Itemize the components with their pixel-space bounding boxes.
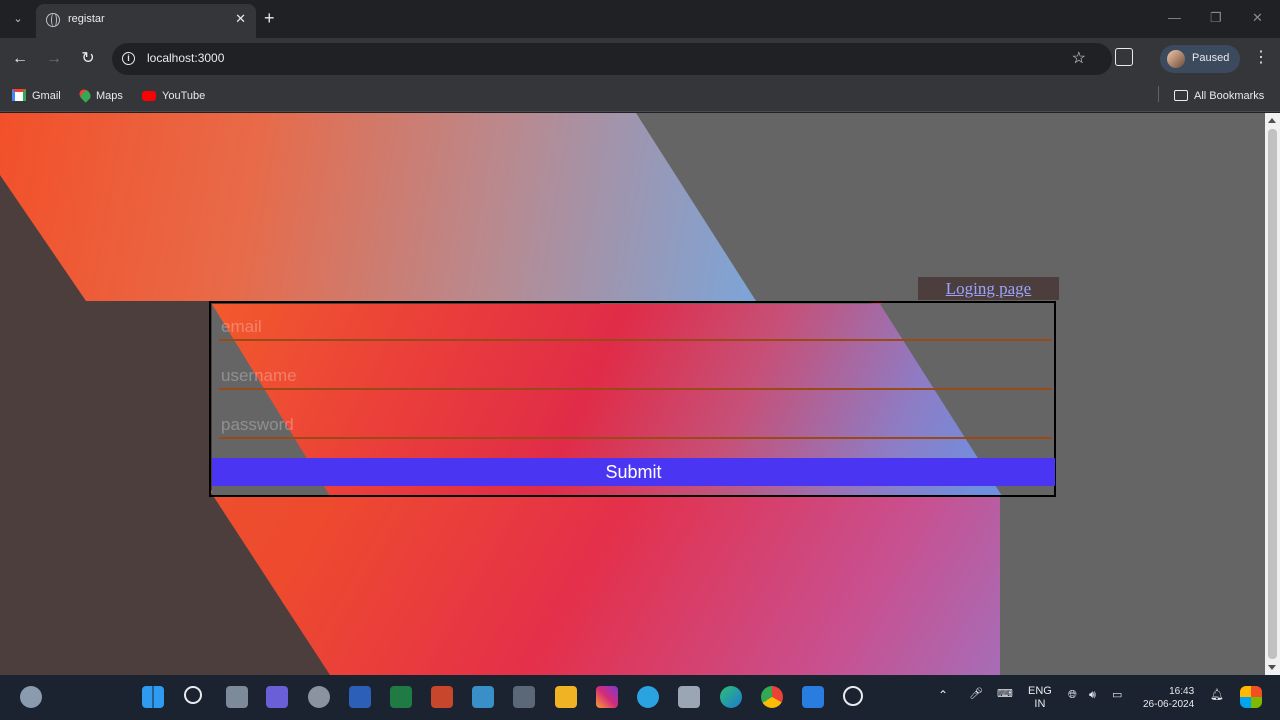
email-placeholder: email <box>221 317 262 336</box>
minimize-button[interactable]: — <box>1168 10 1181 25</box>
username-placeholder: username <box>221 366 297 385</box>
browser-menu-icon[interactable]: ⋮ <box>1253 47 1269 67</box>
powerpoint-icon[interactable] <box>431 686 453 708</box>
tab-title: registar <box>68 13 105 25</box>
teams-icon[interactable] <box>266 686 288 708</box>
scroll-down-arrow-icon[interactable] <box>1268 665 1276 670</box>
scrollbar-thumb[interactable] <box>1268 129 1277 659</box>
folder-icon <box>1174 90 1188 101</box>
settings-icon[interactable] <box>308 686 330 708</box>
tab-search-chevron-icon[interactable]: ⌄ <box>6 8 30 30</box>
browser-toolbar: ← → ↻ i localhost:3000 ☆ Paused ⋮ <box>0 38 1280 80</box>
site-info-icon[interactable]: i <box>122 52 135 65</box>
globe-icon <box>46 13 60 27</box>
battery-icon[interactable]: ▭ <box>1112 689 1122 702</box>
all-bookmarks-label: All Bookmarks <box>1194 90 1265 102</box>
page-viewport: Loging page email username password Subm… <box>0 113 1265 675</box>
forward-button[interactable]: → <box>43 48 65 70</box>
all-bookmarks-button[interactable]: All Bookmarks <box>1174 87 1264 105</box>
excel-icon[interactable] <box>390 686 412 708</box>
youtube-icon <box>142 91 156 101</box>
bookmarks-divider <box>1158 86 1159 102</box>
word-icon[interactable] <box>349 686 371 708</box>
task-view-icon[interactable] <box>226 686 248 708</box>
login-page-link[interactable]: Loging page <box>946 279 1031 298</box>
bookmark-star-icon[interactable]: ☆ <box>1072 48 1086 68</box>
copilot-icon[interactable] <box>1240 686 1262 708</box>
bookmark-maps[interactable]: Maps <box>77 87 123 105</box>
close-tab-icon[interactable]: ✕ <box>235 11 246 27</box>
register-form: email username password Submit <box>209 301 1056 497</box>
tray-overflow-chevron-icon[interactable]: ⌃ <box>938 689 948 702</box>
bookmark-label: Maps <box>96 90 123 102</box>
extensions-icon[interactable] <box>1115 48 1133 66</box>
clock[interactable]: 16:43 26-06-2024 <box>1143 685 1194 711</box>
snipping-tool-icon[interactable] <box>678 686 700 708</box>
telegram-icon[interactable] <box>637 686 659 708</box>
new-tab-button[interactable]: + <box>264 8 275 28</box>
keyboard-icon[interactable]: ⌨ <box>997 688 1013 701</box>
browser-tab[interactable]: registar ✕ <box>36 4 256 38</box>
chrome-icon[interactable] <box>761 686 783 708</box>
profile-button[interactable]: Paused <box>1160 45 1240 73</box>
password-placeholder: password <box>221 415 294 434</box>
bookmark-gmail[interactable]: Gmail <box>12 87 61 105</box>
notification-bell-icon[interactable]: 🔔︎ <box>1210 689 1224 702</box>
restore-button[interactable]: ❐ <box>1210 10 1222 26</box>
widgets-icon[interactable] <box>20 686 42 708</box>
address-bar[interactable]: i localhost:3000 ☆ <box>112 43 1112 75</box>
close-window-button[interactable]: ✕ <box>1252 10 1263 26</box>
page-scrollbar[interactable] <box>1265 113 1280 675</box>
network-icon[interactable]: 🌐︎ <box>1068 689 1077 702</box>
file-explorer-icon[interactable] <box>555 686 577 708</box>
clock-time: 16:43 <box>1169 686 1195 697</box>
language-indicator[interactable]: ENG IN <box>1028 685 1052 711</box>
profile-status: Paused <box>1192 52 1230 64</box>
language-code: ENG <box>1028 685 1052 697</box>
bookmarks-bar: Gmail Maps YouTube All Bookmarks <box>0 80 1280 112</box>
vscode-icon[interactable] <box>802 686 824 708</box>
url-text[interactable]: localhost:3000 <box>147 51 224 65</box>
login-link-container: Loging page <box>918 277 1059 300</box>
tab-strip: ⌄ registar ✕ + — ❐ ✕ <box>0 0 1280 38</box>
windows-start-icon[interactable] <box>142 686 164 708</box>
monitor-app-icon[interactable] <box>472 686 494 708</box>
maps-icon <box>77 87 93 103</box>
edge-icon[interactable] <box>720 686 742 708</box>
submit-button[interactable]: Submit <box>212 458 1055 486</box>
bookmark-youtube[interactable]: YouTube <box>142 87 205 105</box>
reload-button[interactable]: ↻ <box>77 48 99 70</box>
back-button[interactable]: ← <box>9 48 31 70</box>
microphone-icon[interactable]: 🎤︎ <box>969 688 983 701</box>
bookmark-label: YouTube <box>162 90 206 102</box>
scroll-up-arrow-icon[interactable] <box>1268 118 1276 123</box>
clock-date: 26-06-2024 <box>1143 699 1195 710</box>
username-field[interactable]: username <box>219 360 1052 390</box>
gmail-icon <box>12 89 26 101</box>
password-field[interactable]: password <box>219 409 1052 439</box>
region-code: IN <box>1034 698 1046 710</box>
instagram-icon[interactable] <box>596 686 618 708</box>
email-field[interactable]: email <box>219 311 1052 341</box>
search-icon[interactable] <box>184 686 202 704</box>
bookmark-label: Gmail <box>32 90 61 102</box>
media-player-icon[interactable] <box>843 686 863 706</box>
windows-taskbar: ⌃ 🎤︎ ⌨ ENG IN 🌐︎ 🔊︎ ▭ 16:43 26-06-2024 🔔… <box>0 675 1280 720</box>
store-icon[interactable] <box>513 686 535 708</box>
volume-icon[interactable]: 🔊︎ <box>1089 689 1096 702</box>
avatar <box>1167 50 1185 68</box>
